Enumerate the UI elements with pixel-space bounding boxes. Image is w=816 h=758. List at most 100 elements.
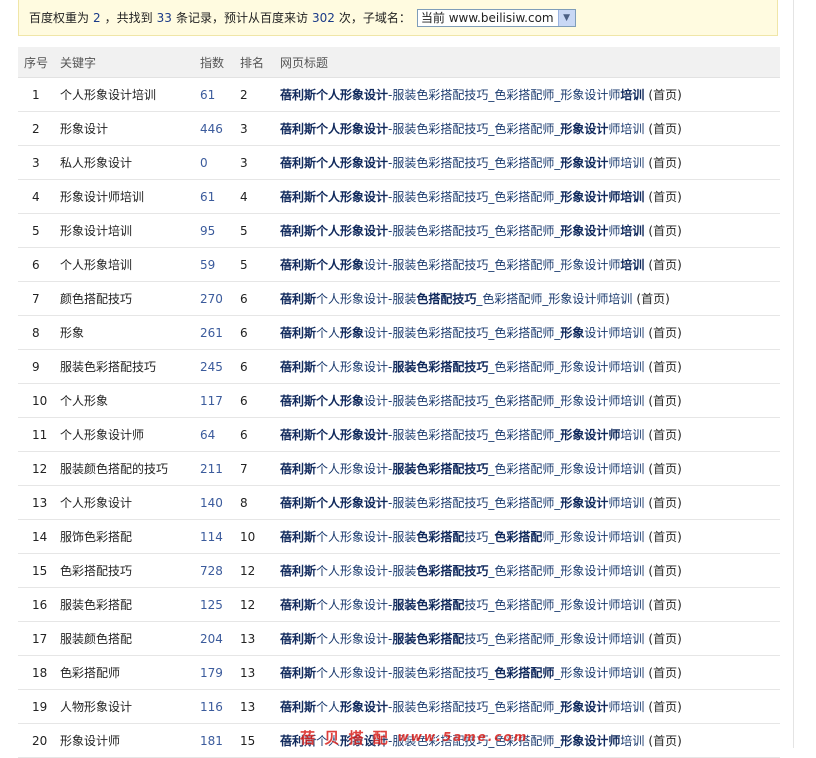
rank-cell: 5 <box>234 213 274 248</box>
home-page-label: (首页) <box>648 700 682 714</box>
row-number-cell: 18 <box>18 655 54 690</box>
page-title-cell[interactable]: 蓓利斯个人形象设计-服装色彩搭配技巧_色彩搭配师_形象设计师培训 (首页) <box>274 417 780 452</box>
title-text-segment: 个人形象设计- <box>316 632 393 646</box>
rank-cell: 13 <box>234 689 274 724</box>
row-number-cell: 13 <box>18 485 54 520</box>
index-cell: 95 <box>194 213 234 248</box>
page-title-cell[interactable]: 蓓利斯个人形象设计-服装色彩搭配技巧_色彩搭配师_形象设计师培训 (首页) <box>274 315 780 350</box>
page-title-cell[interactable]: 蓓利斯个人形象设计-服装色彩搭配技巧_色彩搭配师_形象设计师培训 (首页) <box>274 553 780 588</box>
keyword-cell: 个人形象 <box>54 383 194 418</box>
page-title-cell[interactable]: 蓓利斯个人形象设计-服装色彩搭配技巧_色彩搭配师_形象设计师培训 (首页) <box>274 519 780 554</box>
record-count-value: 33 <box>156 10 172 25</box>
page-title-cell[interactable]: 蓓利斯个人形象设计-服装色彩搭配技巧_色彩搭配师_形象设计师培训 (首页) <box>274 145 780 180</box>
title-text-segment: 个人形象设计- <box>316 462 393 476</box>
row-number-cell: 9 <box>18 349 54 384</box>
page-title-cell[interactable]: 蓓利斯个人形象设计-服装色彩搭配技巧_色彩搭配师_形象设计师培训 (首页) <box>274 485 780 520</box>
home-page-label: (首页) <box>648 326 682 340</box>
page-title-cell[interactable]: 蓓利斯个人形象设计-服装色搭配技巧_色彩搭配师_形象设计师培训 (首页) <box>274 281 780 316</box>
index-cell: 728 <box>194 553 234 588</box>
page-title-cell[interactable]: 蓓利斯个人形象设计-服装色彩搭配技巧_色彩搭配师_形象设计师培训 (首页) <box>274 349 780 384</box>
page-title-cell[interactable]: 蓓利斯个人形象设计-服装色彩搭配技巧_色彩搭配师_形象设计师培训 (首页) <box>274 213 780 248</box>
title-keyword-highlight: 蓓利斯 <box>280 496 317 510</box>
title-text-segment: -服装色彩搭配技巧_色彩搭配师_形象设计师 <box>388 88 621 102</box>
keyword-cell: 形象 <box>54 315 194 350</box>
index-cell: 59 <box>194 247 234 282</box>
title-keyword-highlight: 蓓利斯个人 <box>280 122 341 136</box>
title-keyword-highlight: 服装色彩搭配 <box>392 598 465 612</box>
index-cell: 446 <box>194 111 234 146</box>
table-row: 17 服装颜色搭配 204 13 蓓利斯个人形象设计-服装色彩搭配技巧_色彩搭配师_形象… <box>18 621 780 656</box>
baidu-weight-value: 2 <box>93 10 101 25</box>
title-keyword-highlight: 形象设计 <box>560 224 609 238</box>
keyword-cell: 私人形象设计 <box>54 145 194 180</box>
site-watermark: 蓓 贝 搭 配 www.5ame.com <box>300 727 550 747</box>
title-text-segment: 设计-服装色彩搭配技巧_色彩搭配师_形象设计师培训 <box>364 394 645 408</box>
rank-cell: 13 <box>234 621 274 656</box>
title-text-segment: -服装色彩搭配技巧_色彩搭配师_ <box>388 190 561 204</box>
index-cell: 116 <box>194 689 234 724</box>
title-text-segment: 个人形象设计- <box>316 598 393 612</box>
title-text-segment: 技巧_ <box>464 530 495 544</box>
title-text-segment: 师_形象设计师培训 <box>542 530 645 544</box>
home-page-label: (首页) <box>648 462 682 476</box>
page-title-cell[interactable]: 蓓利斯个人形象设计-服装色彩搭配技巧_色彩搭配师_形象设计师培训 (首页) <box>274 111 780 146</box>
page-title-cell[interactable]: 蓓利斯个人形象设计-服装色彩搭配技巧_色彩搭配师_形象设计师培训 (首页) <box>274 689 780 724</box>
keyword-cell: 个人形象设计师 <box>54 417 194 452</box>
title-keyword-highlight: 色彩搭配师 <box>494 666 555 680</box>
page-title-cell[interactable]: 蓓利斯个人形象设计-服装色彩搭配技巧_色彩搭配师_形象设计师培训 (首页) <box>274 655 780 690</box>
page-title-cell[interactable]: 蓓利斯个人形象设计-服装色彩搭配技巧_色彩搭配师_形象设计师培训 (首页) <box>274 179 780 214</box>
title-keyword-highlight: 个人形象设计 <box>316 88 389 102</box>
index-cell: 261 <box>194 315 234 350</box>
title-keyword-highlight: 培训 <box>620 224 645 238</box>
title-text-segment: 个人形象设计-服装 <box>316 530 417 544</box>
page-title-cell[interactable]: 蓓利斯个人形象设计-服装色彩搭配技巧_色彩搭配师_形象设计师培训 (首页) <box>274 77 780 112</box>
title-keyword-highlight: 形象设计 <box>340 190 389 204</box>
index-cell: 114 <box>194 519 234 554</box>
home-page-label: (首页) <box>648 258 682 272</box>
title-keyword-highlight: 蓓利斯 <box>280 428 317 442</box>
row-number-cell: 8 <box>18 315 54 350</box>
keyword-cell: 服饰色彩搭配 <box>54 519 194 554</box>
page-title-cell[interactable]: 蓓利斯个人形象设计-服装色彩搭配技巧_色彩搭配师_形象设计师培训 (首页) <box>274 587 780 622</box>
index-cell: 61 <box>194 179 234 214</box>
chevron-down-icon[interactable]: ▼ <box>557 9 575 26</box>
home-page-label: (首页) <box>648 598 682 612</box>
home-page-label: (首页) <box>648 734 682 748</box>
keyword-cell: 形象设计师 <box>54 723 194 758</box>
keyword-cell: 个人形象设计培训 <box>54 77 194 112</box>
title-text-segment: 师培训 <box>608 700 645 714</box>
title-keyword-highlight: 个人形象 <box>316 258 365 272</box>
page-title-cell[interactable]: 蓓利斯个人形象设计-服装色彩搭配技巧_色彩搭配师_形象设计师培训 (首页) <box>274 451 780 486</box>
keyword-cell: 色彩搭配技巧 <box>54 553 194 588</box>
keyword-cell: 服装颜色搭配 <box>54 621 194 656</box>
title-keyword-highlight: 形象设计师培训 <box>560 190 645 204</box>
page-title-cell[interactable]: 蓓利斯个人形象设计-服装色彩搭配技巧_色彩搭配师_形象设计师培训 (首页) <box>274 247 780 282</box>
page-title-cell[interactable]: 蓓利斯个人形象设计-服装色彩搭配技巧_色彩搭配师_形象设计师培训 (首页) <box>274 383 780 418</box>
index-cell: 179 <box>194 655 234 690</box>
title-text-segment: _色彩搭配师_形象设计师培训 <box>488 564 645 578</box>
table-body: 1 个人形象设计培训 61 2 蓓利斯个人形象设计-服装色彩搭配技巧_色彩搭配师_形象设… <box>18 77 780 758</box>
page-title-cell[interactable]: 蓓利斯个人形象设计-服装色彩搭配技巧_色彩搭配师_形象设计师培训 (首页) <box>274 621 780 656</box>
title-text-segment: 培训 <box>620 734 645 748</box>
row-number-cell: 19 <box>18 689 54 724</box>
home-page-label: (首页) <box>648 530 682 544</box>
table-row: 4 形象设计师培训 61 4 蓓利斯个人形象设计-服装色彩搭配技巧_色彩搭配师_形象设计… <box>18 179 780 214</box>
title-keyword-highlight: 形象 <box>340 326 365 340</box>
title-keyword-highlight: 形象设计 <box>560 496 609 510</box>
column-header-page-title: 网页标题 <box>274 47 780 78</box>
subdomain-select[interactable]: 当前 www.beilisiw.com ▼ <box>416 8 576 27</box>
row-number-cell: 16 <box>18 587 54 622</box>
home-page-label: (首页) <box>648 156 682 170</box>
keyword-cell: 人物形象设计 <box>54 689 194 724</box>
rank-cell: 6 <box>234 281 274 316</box>
table-row: 15 色彩搭配技巧 728 12 蓓利斯个人形象设计-服装色彩搭配技巧_色彩搭配师_形象… <box>18 553 780 588</box>
title-keyword-highlight: 形象设计 <box>340 224 389 238</box>
title-keyword-highlight: 形象 <box>560 326 585 340</box>
title-keyword-highlight: 个人形象设计 <box>316 496 389 510</box>
rank-cell: 4 <box>234 179 274 214</box>
index-cell: 204 <box>194 621 234 656</box>
title-keyword-highlight: 服装色彩搭配 <box>392 632 465 646</box>
row-number-cell: 14 <box>18 519 54 554</box>
title-keyword-highlight: 蓓利斯 <box>280 88 317 102</box>
table-row: 10 个人形象 117 6 蓓利斯个人形象设计-服装色彩搭配技巧_色彩搭配师_形象设计师… <box>18 383 780 418</box>
